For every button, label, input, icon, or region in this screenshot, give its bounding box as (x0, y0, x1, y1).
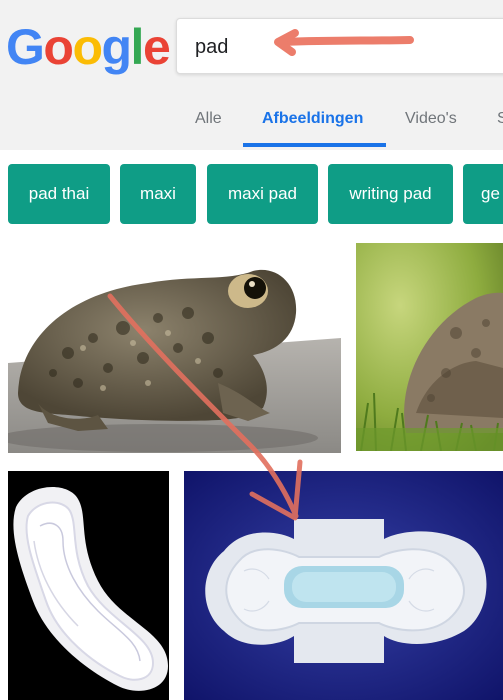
logo-letter-g: G (6, 19, 45, 75)
result-image-pad-1[interactable] (8, 471, 169, 700)
chip-writing-pad[interactable]: writing pad (328, 164, 453, 224)
logo-letter-l: l (130, 19, 145, 75)
logo-letter-g2: g (101, 19, 133, 75)
tab-afbeeldingen[interactable]: Afbeeldingen (262, 110, 363, 128)
result-image-pad-2[interactable] (184, 471, 503, 700)
logo-letter-o2: o (72, 19, 103, 75)
result-image-toad-2[interactable] (356, 243, 503, 451)
toad-grass-illustration (356, 243, 503, 451)
pad-illustration (8, 471, 169, 700)
chip-pad-thai[interactable]: pad thai (8, 164, 110, 224)
result-image-toad-1[interactable] (8, 243, 341, 453)
logo-letter-o1: o (43, 19, 74, 75)
chip-partial[interactable]: ge (463, 164, 503, 224)
chip-maxi[interactable]: maxi (120, 164, 196, 224)
active-tab-indicator (243, 143, 386, 147)
tab-partial[interactable]: S (497, 110, 503, 128)
tab-alle[interactable]: Alle (195, 110, 222, 128)
tab-bar: Alle Afbeeldingen Video's S (0, 100, 503, 148)
logo-letter-e: e (142, 19, 171, 75)
google-logo[interactable]: Google (6, 19, 171, 75)
toad-illustration (8, 243, 341, 453)
search-box[interactable] (176, 18, 503, 74)
chip-maxi-pad[interactable]: maxi pad (207, 164, 318, 224)
tab-videos[interactable]: Video's (405, 110, 457, 128)
header: Google Alle Afbeeldingen Video's S (0, 0, 503, 150)
related-search-chips: pad thai maxi maxi pad writing pad ge (0, 164, 503, 224)
winged-pad-illustration (184, 471, 503, 700)
search-input[interactable] (195, 35, 395, 59)
